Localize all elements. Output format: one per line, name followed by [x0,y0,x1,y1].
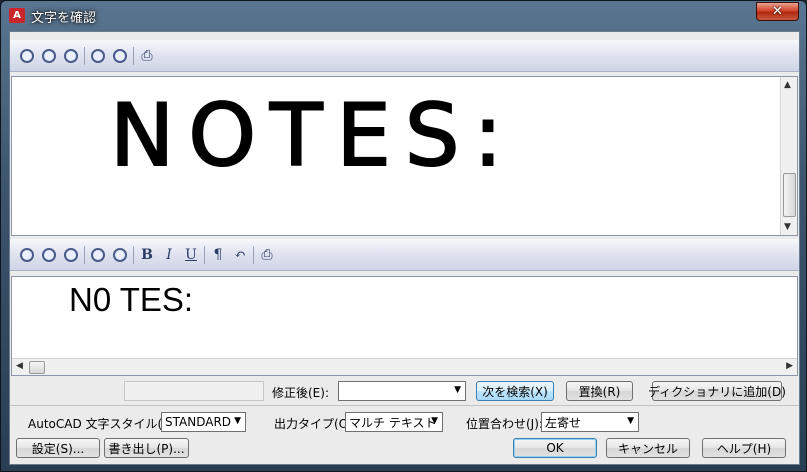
zoom-out-icon[interactable] [16,45,38,67]
scroll-left-icon[interactable]: ◀ [16,361,23,371]
toolbar-divider [253,245,254,264]
edit-toolbar: B I U ¶ ↶ ⎙ [10,239,799,271]
options-row: AutoCAD 文字スタイル(U): STANDARD ▼ 出力タイプ(O): … [10,412,799,436]
cancel-button[interactable]: キャンセル [606,438,690,458]
chevron-down-icon: ▼ [454,385,461,395]
scroll-down-icon[interactable]: ▼ [784,222,791,232]
toolbar-divider [133,245,134,264]
preview-vertical-scrollbar[interactable]: ▲ ▼ [780,77,797,235]
chevron-down-icon: ▼ [234,416,241,426]
recognized-text[interactable]: N0 TES: [69,281,193,319]
zoom-previous-icon[interactable] [109,244,131,266]
scanned-text-preview: NOTES: [109,86,517,186]
image-preview-pane[interactable]: NOTES: ▲ ▼ [11,76,798,253]
text-style-label: AutoCAD 文字スタイル(U): [28,417,180,431]
find-next-button[interactable]: 次を検索(X) [476,381,554,401]
zoom-window-icon[interactable] [60,244,82,266]
zoom-previous-icon[interactable] [109,45,131,67]
scroll-right-icon[interactable]: ▶ [786,361,793,371]
toolbar-divider [84,46,85,65]
correction-label: 修正後(E): [272,386,329,400]
dialog-client: ⎙ NOTES: ▲ ▼ B I U ¶ ↶ ⎙ N0 TES: ◀ ▶ 修正後… [9,31,800,465]
recognized-text-editor[interactable]: N0 TES: ◀ ▶ [11,276,798,376]
chevron-down-icon: ▼ [431,416,438,426]
ok-button[interactable]: OK [513,438,597,458]
toolbar-divider [133,46,134,65]
title-bar[interactable]: A 文字を確認 ✕ [1,1,806,29]
export-button[interactable]: 書き出し(P)... [104,438,189,458]
undo-button[interactable]: ↶ [229,244,251,266]
zoom-extents-icon[interactable] [38,45,60,67]
close-button[interactable]: ✕ [756,2,799,21]
bold-button[interactable]: B [136,244,158,266]
autocad-logo-icon[interactable]: A [9,8,25,23]
zoom-in-icon[interactable] [87,45,109,67]
correction-row: 修正後(E): ▼ 次を検索(X) 置換(R) ディクショナリに追加(D) [10,381,799,405]
text-style-select[interactable]: STANDARD ▼ [161,412,246,432]
justification-select[interactable]: 左寄せ ▼ [541,412,639,432]
help-button[interactable]: ヘルプ(H) [702,438,786,458]
underline-button[interactable]: U [180,244,202,266]
output-type-select[interactable]: マルチ テキスト ▼ [345,412,443,432]
original-word-field [124,381,264,401]
zoom-extents-icon[interactable] [38,244,60,266]
print-icon[interactable]: ⎙ [256,244,278,266]
scroll-thumb[interactable] [29,361,45,374]
italic-button[interactable]: I [158,244,180,266]
scroll-thumb[interactable] [783,173,796,217]
print-icon[interactable]: ⎙ [136,45,158,67]
zoom-window-icon[interactable] [60,45,82,67]
chevron-down-icon: ▼ [627,416,634,426]
paragraph-button[interactable]: ¶ [207,244,229,266]
dialog-window: A 文字を確認 ✕ ⎙ NOTES: ▲ ▼ B I U ¶ ↶ ⎙ N0 TE… [0,0,807,472]
divider [10,405,799,406]
replace-button[interactable]: 置換(R) [566,381,633,401]
toolbar-divider [204,245,205,264]
justification-label: 位置合わせ(J): [466,417,543,431]
toolbar-divider [84,245,85,264]
correction-input[interactable]: ▼ [338,381,466,401]
preview-toolbar: ⎙ [10,40,799,72]
editor-horizontal-scrollbar[interactable]: ◀ ▶ [12,358,797,375]
button-row: 設定(S)... 書き出し(P)... OK キャンセル ヘルプ(H) [10,438,799,462]
add-to-dictionary-button[interactable]: ディクショナリに追加(D) [648,381,786,401]
zoom-out-icon[interactable] [16,244,38,266]
settings-button[interactable]: 設定(S)... [16,438,100,458]
scroll-up-icon[interactable]: ▲ [784,80,791,90]
window-title: 文字を確認 [31,11,97,26]
zoom-in-icon[interactable] [87,244,109,266]
